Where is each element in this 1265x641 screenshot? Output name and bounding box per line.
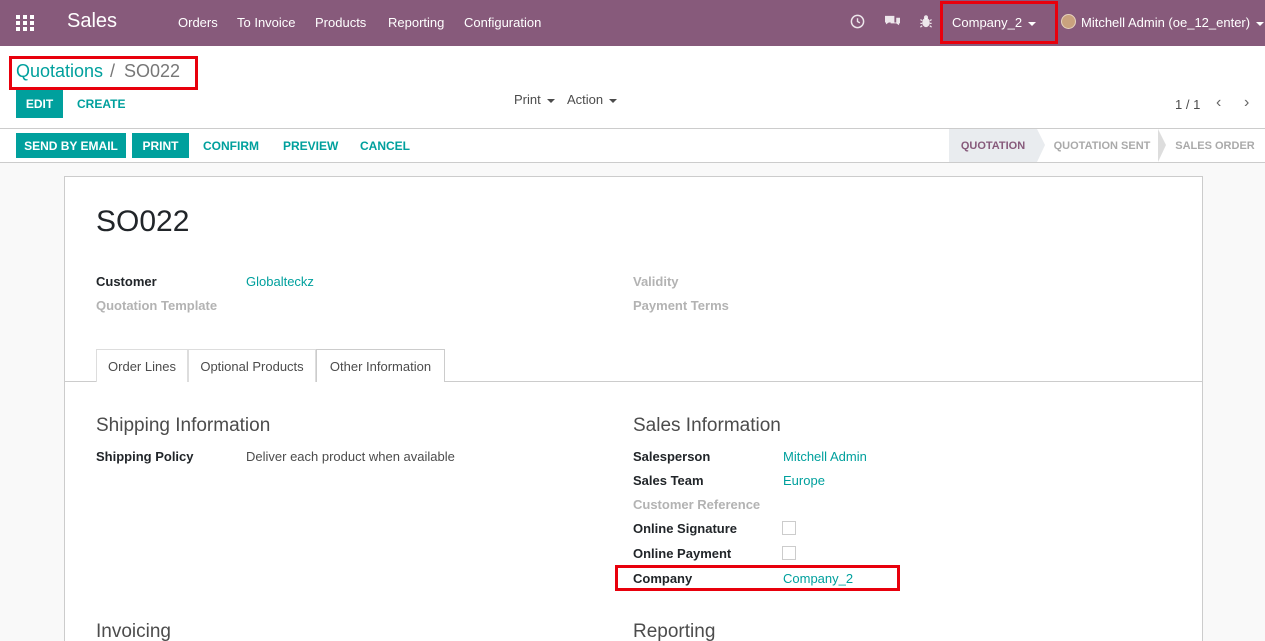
print-dropdown-label: Print: [514, 92, 541, 107]
salesperson-label: Salesperson: [633, 449, 711, 464]
shipping-policy-value[interactable]: Deliver each product when available: [246, 449, 455, 464]
online-payment-label: Online Payment: [633, 546, 732, 561]
cancel-button[interactable]: CANCEL: [360, 139, 410, 153]
menu-reporting[interactable]: Reporting: [388, 15, 444, 30]
company-switcher[interactable]: Company_2: [952, 15, 1037, 30]
form-sheet: SO022 Customer Globalteckz Quotation Tem…: [64, 176, 1203, 641]
action-dropdown[interactable]: Action: [567, 92, 618, 107]
print-button[interactable]: PRINT: [132, 133, 189, 158]
tab-optional-products[interactable]: Optional Products: [188, 349, 316, 382]
chat-icon[interactable]: [884, 14, 900, 30]
stage-quotation[interactable]: QUOTATION: [949, 129, 1037, 162]
stage-arrow: [1158, 129, 1166, 162]
stage-sales-order[interactable]: SALES ORDER: [1170, 129, 1260, 162]
user-name: Mitchell Admin (oe_12_enter): [1081, 15, 1251, 30]
customer-reference-label: Customer Reference: [633, 497, 761, 512]
record-title: SO022: [96, 205, 190, 238]
chevron-right-icon[interactable]: ›: [1244, 94, 1249, 112]
payment-terms-label: Payment Terms: [633, 298, 729, 313]
app-title[interactable]: Sales: [67, 10, 117, 33]
top-navbar: Sales Orders To Invoice Products Reporti…: [0, 0, 1265, 46]
clock-icon[interactable]: [850, 14, 866, 30]
edit-button[interactable]: EDIT: [16, 90, 63, 118]
stage-quotation-sent[interactable]: QUOTATION SENT: [1046, 129, 1158, 162]
chevron-down-icon: [546, 98, 555, 103]
status-bar: SEND BY EMAIL PRINT CONFIRM PREVIEW CANC…: [0, 129, 1265, 163]
reporting-heading: Reporting: [633, 621, 716, 641]
invoicing-heading: Invoicing: [96, 621, 171, 641]
chevron-left-icon[interactable]: ‹: [1216, 94, 1221, 112]
company-label: Company: [633, 571, 693, 586]
company-switcher-label: Company_2: [952, 15, 1023, 30]
preview-button[interactable]: PREVIEW: [283, 139, 338, 153]
quotation-template-label: Quotation Template: [96, 298, 218, 313]
menu-products[interactable]: Products: [315, 15, 366, 30]
send-by-email-button[interactable]: SEND BY EMAIL: [16, 133, 126, 158]
apps-menu-icon[interactable]: [16, 15, 34, 31]
breadcrumb-quotations-link[interactable]: Quotations: [16, 61, 103, 82]
action-dropdown-label: Action: [567, 92, 604, 107]
create-button[interactable]: CREATE: [77, 97, 125, 111]
user-menu[interactable]: Mitchell Admin (oe_12_enter): [1081, 15, 1265, 30]
sales-team-label: Sales Team: [633, 473, 704, 488]
online-signature-checkbox[interactable]: [782, 521, 796, 535]
shipping-information-heading: Shipping Information: [96, 415, 271, 436]
menu-to-invoice[interactable]: To Invoice: [237, 15, 296, 30]
chevron-down-icon: [1256, 21, 1265, 26]
menu-configuration[interactable]: Configuration: [464, 15, 541, 30]
company-value[interactable]: Company_2: [783, 571, 853, 586]
control-panel: Quotations / SO022 EDIT CREATE Print Act…: [0, 46, 1265, 129]
online-signature-label: Online Signature: [633, 521, 738, 536]
tab-order-lines[interactable]: Order Lines: [96, 349, 188, 382]
salesperson-value[interactable]: Mitchell Admin: [783, 449, 867, 464]
stage-arrow: [1037, 129, 1045, 162]
customer-label: Customer: [96, 274, 157, 289]
validity-label: Validity: [633, 274, 679, 289]
menu-orders[interactable]: Orders: [178, 15, 218, 30]
shipping-policy-label: Shipping Policy: [96, 449, 194, 464]
tab-other-information[interactable]: Other Information: [316, 349, 445, 382]
chevron-down-icon: [609, 98, 618, 103]
bug-icon[interactable]: [919, 14, 935, 30]
breadcrumb-current: SO022: [124, 61, 181, 81]
print-dropdown[interactable]: Print: [514, 92, 555, 107]
chevron-down-icon: [1028, 21, 1037, 26]
pager-value[interactable]: 1 / 1: [1175, 97, 1200, 112]
confirm-button[interactable]: CONFIRM: [203, 139, 259, 153]
sales-information-heading: Sales Information: [633, 415, 781, 436]
breadcrumb-separator: /: [110, 61, 116, 81]
customer-value[interactable]: Globalteckz: [246, 274, 314, 289]
online-payment-checkbox[interactable]: [782, 546, 796, 560]
sales-team-value[interactable]: Europe: [783, 473, 825, 488]
avatar[interactable]: [1061, 14, 1076, 29]
